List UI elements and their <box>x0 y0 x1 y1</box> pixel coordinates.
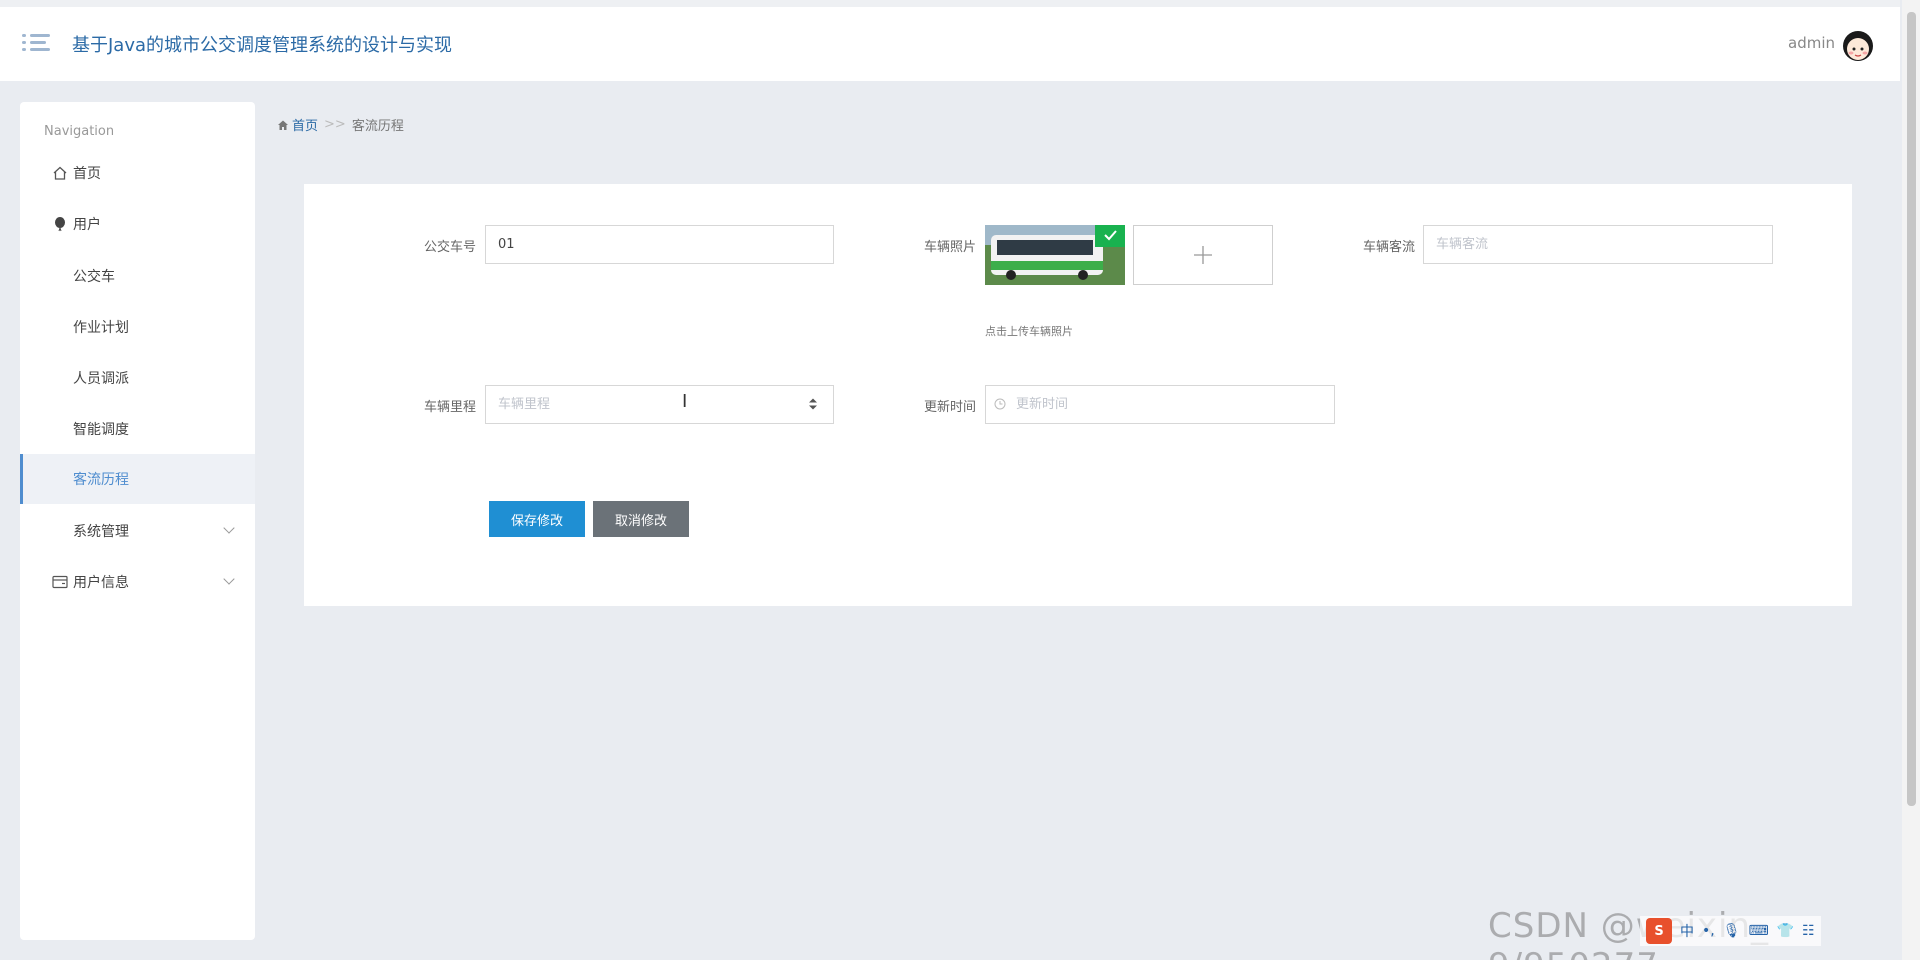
vehicle-photo-thumbnail[interactable] <box>985 225 1125 285</box>
sidebar-item-label: 人员调派 <box>73 371 129 387</box>
breadcrumb-separator: >> <box>324 117 346 132</box>
chevron-down-icon <box>223 573 235 585</box>
avatar[interactable] <box>1840 27 1876 63</box>
bus-number-label: 公交车号 <box>423 240 476 255</box>
grid-icon <box>52 370 68 386</box>
keyboard-icon[interactable]: ⌨ <box>1749 923 1769 939</box>
sidebar-item-buses[interactable]: 公交车 <box>20 251 255 301</box>
sidebar-item-label: 作业计划 <box>73 320 129 336</box>
skin-icon[interactable]: 👕 <box>1777 923 1794 939</box>
vertical-scrollbar[interactable] <box>1902 0 1920 960</box>
update-time-input[interactable] <box>985 385 1335 424</box>
user-name[interactable]: admin <box>1788 34 1835 52</box>
sidebar-item-label: 用户 <box>73 217 101 233</box>
sidebar-item-staff-dispatch[interactable]: 人员调派 <box>20 353 255 403</box>
update-time-label: 更新时间 <box>923 400 976 415</box>
photo-upload-hint: 点击上传车辆照片 <box>985 325 1073 338</box>
breadcrumb-current: 客流历程 <box>351 119 404 134</box>
sidebar-item-home[interactable]: 首页 <box>20 148 255 198</box>
microphone-icon[interactable]: 🎙 <box>1723 923 1741 939</box>
sidebar-item-label: 客流历程 <box>73 472 129 488</box>
sidebar-item-label: 用户信息 <box>73 575 129 591</box>
balloon-icon <box>52 216 68 232</box>
sidebar-item-label: 系统管理 <box>73 524 129 540</box>
toolbox-icon[interactable]: ☷ <box>1802 923 1815 939</box>
home-icon <box>278 120 288 130</box>
sidebar: Navigation 首页 用户 公交车 作业计划 人员调派 智能调度 客流历程… <box>20 102 255 940</box>
breadcrumb: 首页 >> 客流历程 <box>277 115 404 134</box>
home-icon <box>52 165 68 181</box>
ime-toolbar: S 中 •, 🎙 ⌨ 👕 ☷ <box>1640 916 1821 946</box>
plus-icon <box>1194 246 1212 264</box>
bus-number-input[interactable] <box>485 225 834 264</box>
app-title: 基于Java的城市公交调度管理系统的设计与实现 <box>72 35 453 56</box>
chevron-down-icon <box>223 522 235 534</box>
sidebar-item-work-plan[interactable]: 作业计划 <box>20 302 255 352</box>
passenger-flow-label: 车辆客流 <box>1362 240 1415 255</box>
sogou-logo-icon[interactable]: S <box>1646 918 1672 944</box>
breadcrumb-home-link[interactable]: 首页 <box>292 115 318 134</box>
clock-icon <box>994 398 1006 410</box>
grid-icon <box>52 471 68 487</box>
menu-toggle-icon[interactable] <box>22 32 50 54</box>
grid-icon <box>52 268 68 284</box>
vehicle-photo-label: 车辆照片 <box>923 240 976 255</box>
sidebar-item-users[interactable]: 用户 <box>20 199 255 249</box>
grid-icon <box>52 421 68 437</box>
nav-title: Navigation <box>44 124 115 139</box>
passenger-flow-input[interactable] <box>1423 225 1773 264</box>
form-card: 公交车号 车辆照片 点击上传车辆照片 车辆客流 车辆里程 I 更新时间 保存修改… <box>304 184 1852 606</box>
card-icon <box>52 574 68 590</box>
sidebar-item-passenger-flow[interactable]: 客流历程 <box>20 454 255 504</box>
sidebar-item-label: 首页 <box>73 166 101 182</box>
text-cursor-icon: I <box>682 391 688 412</box>
scrollbar-thumb[interactable] <box>1907 12 1916 806</box>
photo-upload-button[interactable] <box>1133 225 1273 285</box>
cancel-button[interactable]: 取消修改 <box>593 501 689 537</box>
punctuation-icon[interactable]: •, <box>1702 923 1715 939</box>
grid-icon <box>52 523 68 539</box>
top-bar: 基于Java的城市公交调度管理系统的设计与实现 admin <box>0 0 1900 81</box>
sidebar-item-system-management[interactable]: 系统管理 <box>20 506 255 556</box>
sidebar-item-label: 公交车 <box>73 269 115 285</box>
grid-icon <box>52 319 68 335</box>
save-button[interactable]: 保存修改 <box>489 501 585 537</box>
mileage-label: 车辆里程 <box>423 400 476 415</box>
sidebar-item-user-info[interactable]: 用户信息 <box>20 557 255 607</box>
sidebar-item-smart-scheduling[interactable]: 智能调度 <box>20 404 255 454</box>
chinese-mode-icon[interactable]: 中 <box>1680 921 1694 941</box>
sidebar-item-label: 智能调度 <box>73 422 129 438</box>
number-stepper-icon[interactable] <box>807 396 819 412</box>
mileage-input[interactable] <box>485 385 834 424</box>
